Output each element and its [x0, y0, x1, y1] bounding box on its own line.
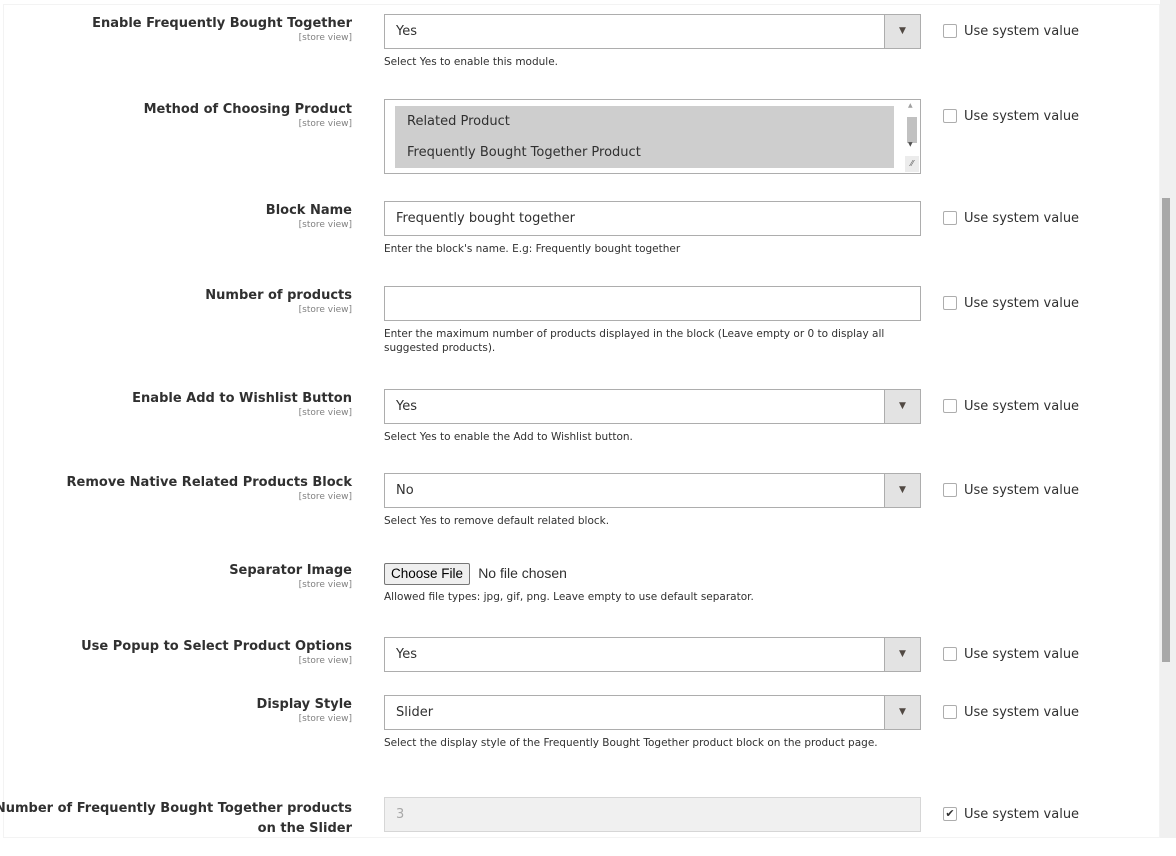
- field-note: Enter the maximum number of products dis…: [384, 328, 885, 354]
- field-note: Select Yes to remove default related blo…: [384, 515, 610, 527]
- label-text: Separator Image: [229, 563, 352, 578]
- checkbox-label[interactable]: Use system value: [964, 806, 1079, 823]
- dropdown-arrow-icon[interactable]: ▼: [884, 696, 920, 729]
- scope-label: [store view]: [298, 492, 352, 502]
- select-value: Yes: [396, 647, 417, 662]
- field-note: Select Yes to enable the Add to Wishlist…: [384, 431, 633, 443]
- select-value: Yes: [396, 24, 417, 39]
- checkbox-label[interactable]: Use system value: [964, 23, 1079, 40]
- label-text-line2: on the Slider: [257, 821, 352, 836]
- display-style-select[interactable]: Slider ▼: [384, 695, 921, 730]
- resize-grip-icon[interactable]: ⁄⁄: [905, 156, 919, 172]
- scope-label: [store view]: [298, 714, 352, 724]
- label-text: Block Name: [265, 203, 352, 218]
- checkbox-label[interactable]: Use system value: [964, 482, 1079, 499]
- enable-fbt-select[interactable]: Yes ▼: [384, 14, 921, 49]
- field-note: Select Yes to enable this module.: [384, 56, 559, 68]
- checkbox-label[interactable]: Use system value: [964, 704, 1079, 721]
- select-value: Yes: [396, 399, 417, 414]
- label-text: Number of Frequently Bought Together pro…: [0, 801, 352, 816]
- option-fbt-product[interactable]: Frequently Bought Together Product: [395, 137, 894, 168]
- field-label: Display Style [store view]: [0, 696, 352, 725]
- scroll-up-icon[interactable]: ▲: [908, 102, 913, 109]
- checkbox[interactable]: [943, 109, 957, 123]
- field-note: Select the display style of the Frequent…: [384, 737, 878, 749]
- listbox-scrollbar[interactable]: ▲ ▼ ⁄⁄: [905, 101, 919, 172]
- choose-file-button[interactable]: Choose File: [384, 563, 471, 585]
- select-value: Slider: [396, 705, 434, 720]
- dropdown-arrow-icon[interactable]: ▼: [884, 638, 920, 671]
- field-label: Enable Add to Wishlist Button [store vie…: [0, 390, 352, 419]
- label-text: Method of Choosing Product: [143, 102, 352, 117]
- label-text: Remove Native Related Products Block: [66, 475, 352, 490]
- dropdown-arrow-icon[interactable]: ▼: [884, 474, 920, 507]
- file-status: No file chosen: [478, 565, 567, 581]
- remove-native-select[interactable]: No ▼: [384, 473, 921, 508]
- scroll-thumb[interactable]: [907, 117, 917, 143]
- field-note: Enter the block's name. E.g: Frequently …: [384, 243, 681, 255]
- field-label: Number of products [store view]: [0, 287, 352, 316]
- checkbox[interactable]: [943, 211, 957, 225]
- checkbox[interactable]: [943, 647, 957, 661]
- checkbox-label[interactable]: Use system value: [964, 295, 1079, 312]
- checkbox-label[interactable]: Use system value: [964, 398, 1079, 415]
- scope-label: [store view]: [298, 580, 352, 590]
- field-label: Use Popup to Select Product Options [sto…: [0, 638, 352, 667]
- label-text: Enable Frequently Bought Together: [92, 16, 352, 31]
- checkbox[interactable]: [943, 483, 957, 497]
- checkbox[interactable]: [943, 399, 957, 413]
- wishlist-select[interactable]: Yes ▼: [384, 389, 921, 424]
- checkbox[interactable]: [943, 705, 957, 719]
- field-label: Remove Native Related Products Block [st…: [0, 474, 352, 503]
- scope-label: [store view]: [298, 305, 352, 315]
- field-label: Separator Image [store view]: [0, 562, 352, 591]
- separator-image-file-input[interactable]: Choose File No file chosen: [384, 563, 921, 585]
- scroll-down-icon[interactable]: ▼: [908, 141, 913, 148]
- scope-label: [store view]: [298, 656, 352, 666]
- field-label: Number of Frequently Bought Together pro…: [0, 799, 352, 839]
- field-label: Method of Choosing Product [store view]: [0, 101, 352, 130]
- checkbox-label[interactable]: Use system value: [964, 646, 1079, 663]
- field-label: Enable Frequently Bought Together [store…: [0, 15, 352, 44]
- scope-label: [store view]: [298, 220, 352, 230]
- label-text: Use Popup to Select Product Options: [81, 639, 352, 654]
- method-multiselect[interactable]: Related Product Frequently Bought Togeth…: [384, 99, 921, 174]
- slider-count-input: 3: [384, 797, 921, 832]
- number-of-products-input[interactable]: [384, 286, 921, 321]
- checkmark-icon: ✔: [945, 807, 955, 820]
- label-text: Number of products: [205, 288, 352, 303]
- scope-label: [store view]: [298, 33, 352, 43]
- block-name-input[interactable]: Frequently bought together: [384, 201, 921, 236]
- select-value: No: [396, 483, 414, 498]
- label-text: Enable Add to Wishlist Button: [132, 391, 352, 406]
- page-scrollbar-thumb[interactable]: [1162, 198, 1170, 662]
- dropdown-arrow-icon[interactable]: ▼: [884, 390, 920, 423]
- checkbox-checked[interactable]: ✔: [943, 807, 957, 821]
- scope-label: [store view]: [298, 408, 352, 418]
- scope-label: [store view]: [298, 119, 352, 129]
- label-text: Display Style: [256, 697, 352, 712]
- field-note: Allowed file types: jpg, gif, png. Leave…: [384, 591, 754, 603]
- checkbox[interactable]: [943, 296, 957, 310]
- checkbox-label[interactable]: Use system value: [964, 108, 1079, 125]
- field-label: Block Name [store view]: [0, 202, 352, 231]
- checkbox[interactable]: [943, 24, 957, 38]
- option-related-product[interactable]: Related Product: [395, 106, 894, 137]
- checkbox-label[interactable]: Use system value: [964, 210, 1079, 227]
- popup-select[interactable]: Yes ▼: [384, 637, 921, 672]
- dropdown-arrow-icon[interactable]: ▼: [884, 15, 920, 48]
